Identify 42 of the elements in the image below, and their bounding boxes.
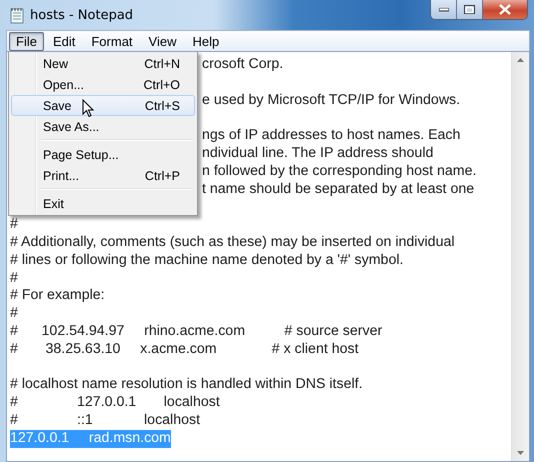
notepad-icon bbox=[10, 6, 24, 24]
close-icon bbox=[499, 4, 511, 15]
menu-item[interactable]: Save As... bbox=[11, 116, 195, 137]
scroll-down-icon[interactable] bbox=[517, 451, 524, 455]
menu-bar-item[interactable]: Help bbox=[185, 32, 226, 50]
scroll-up-icon[interactable] bbox=[517, 58, 524, 62]
text-line: # Additionally, comments (such as these) may be inserted on individual bbox=[10, 234, 455, 252]
text-line: # 127.0.0.1 localhost bbox=[10, 394, 220, 412]
text-line: # For example: bbox=[10, 287, 105, 306]
menu-item[interactable]: Print... Ctrl+P bbox=[11, 165, 195, 186]
menu-item[interactable]: Save Ctrl+S bbox=[11, 95, 195, 116]
minimize-button[interactable] bbox=[431, 0, 457, 19]
text-line: # bbox=[10, 305, 18, 323]
text-line: # 102.54.94.97 rhino.acme.com # source server bbox=[10, 322, 382, 341]
text-line: t name should be separated by at least one bbox=[202, 180, 474, 198]
text-line: # lines or following the machine name denoted by a '#' symbol. bbox=[10, 252, 404, 270]
text-line: # ::1 localhost bbox=[10, 412, 200, 430]
text-line: n followed by the corresponding host name. bbox=[202, 162, 476, 181]
text-line: # bbox=[10, 270, 18, 288]
selected-text: 127.0.0.1 rad.msn.com bbox=[10, 430, 171, 448]
maximize-button[interactable] bbox=[457, 0, 483, 19]
menu-item[interactable]: New Ctrl+N bbox=[11, 53, 195, 74]
menu-bar-item[interactable]: Format bbox=[84, 32, 140, 50]
text-line: # bbox=[10, 216, 18, 234]
text-line: crosoft Corp. bbox=[202, 56, 284, 74]
scrollbar[interactable] bbox=[511, 52, 529, 461]
menu-bar-item[interactable]: Edit bbox=[46, 32, 82, 50]
close-button[interactable] bbox=[483, 0, 527, 19]
text-line: ngs of IP addresses to host names. Each bbox=[202, 127, 460, 145]
menu-item[interactable]: Open... Ctrl+O bbox=[11, 74, 195, 95]
text-line: ndividual line. The IP address should bbox=[202, 144, 434, 163]
text-line: # 38.25.63.10 x.acme.com # x client host bbox=[10, 340, 359, 359]
cursor-icon bbox=[82, 99, 94, 118]
menu-bar-item[interactable]: View bbox=[142, 32, 184, 50]
text-line: e used by Microsoft TCP/IP for Windows. bbox=[202, 92, 460, 110]
menu-bar-item[interactable]: File bbox=[9, 32, 44, 50]
text-line: # localhost name resolution is handled within DNS itself. bbox=[10, 376, 363, 394]
window-title: hosts - Notepad bbox=[30, 8, 134, 22]
minimize-icon bbox=[438, 8, 448, 12]
maximize-icon bbox=[464, 5, 475, 14]
menu-item[interactable]: Exit bbox=[11, 193, 195, 214]
menu-item[interactable]: Page Setup... bbox=[11, 144, 195, 165]
